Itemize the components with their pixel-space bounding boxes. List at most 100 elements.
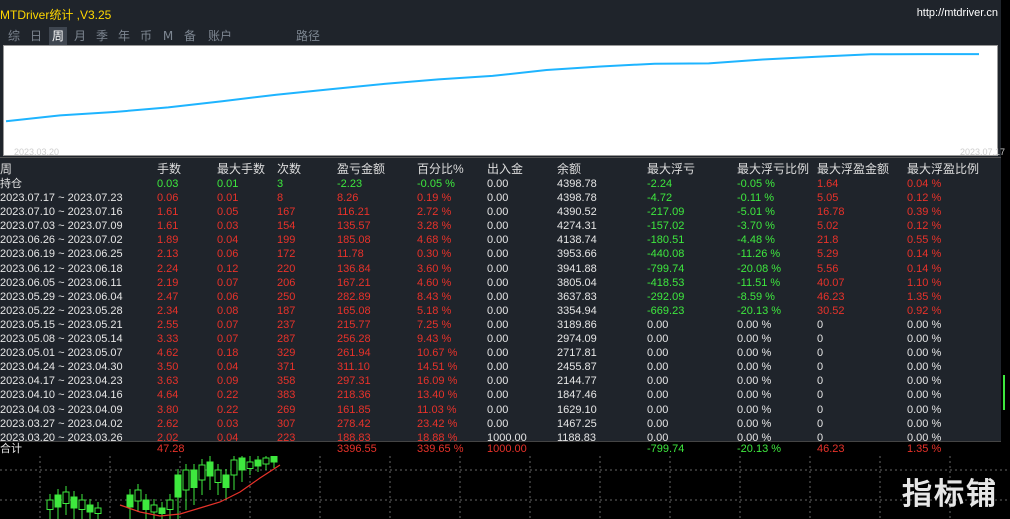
table-cell: 278.42 [337, 417, 371, 430]
tab-2[interactable]: 周 [49, 27, 67, 45]
table-cell: 9.43 % [417, 333, 452, 345]
table-cell: 21.8 [817, 234, 839, 247]
table-cell: 261.94 [337, 347, 371, 360]
table-cell: 0.14 % [907, 262, 942, 275]
table-row[interactable]: 2023.05.15 ~ 2023.05.21 2.55 0.07 237 215.77… [0, 318, 1001, 332]
table-row[interactable]: 2023.06.19 ~ 2023.06.25 2.13 0.06 172 11.78 0… [0, 247, 1001, 261]
table-cell: 1629.10 [557, 403, 597, 416]
table-row[interactable]: 2023.07.03 ~ 2023.07.09 1.61 0.03 154 135.57… [0, 219, 1001, 233]
tab-4[interactable]: 季 [93, 27, 111, 45]
table-row[interactable]: 2023.04.03 ~ 2023.04.09 3.80 0.22 269 161.85… [0, 403, 1001, 417]
divider [0, 157, 1001, 158]
week-range: 2023.07.10 ~ 2023.07.16 [0, 206, 123, 219]
table-cell: 3637.83 [557, 290, 597, 303]
table-row[interactable]: 2023.05.08 ~ 2023.05.14 3.33 0.07 287 256.28… [0, 332, 1001, 346]
table-cell: 154 [277, 220, 296, 233]
table-cell: 339.65 % [417, 443, 464, 455]
table-cell: 206 [277, 276, 296, 289]
column-header: 最大浮盈金额 [817, 162, 890, 176]
tab-1[interactable]: 日 [27, 27, 45, 45]
table-cell: 1000.00 [487, 443, 527, 455]
week-range: 2023.05.15 ~ 2023.05.21 [0, 318, 123, 331]
table-cell: 0.00 [647, 347, 669, 360]
table-cell: 0.00 % [907, 318, 942, 331]
table-cell: 0.07 [217, 318, 239, 331]
table-cell: 0.00 [487, 361, 509, 374]
table-cell: 11.78 [337, 248, 364, 261]
tab-8[interactable]: 备 [181, 27, 199, 45]
table-cell: 11.03 % [417, 403, 457, 416]
table-row[interactable]: 2023.04.24 ~ 2023.04.30 3.50 0.04 371 311.10… [0, 360, 1001, 374]
balance-curve [5, 53, 979, 123]
table-cell: 0 [817, 318, 824, 331]
holding-label: 持仓 [0, 178, 22, 190]
table-cell: 116.21 [337, 206, 370, 219]
table-cell: 2.55 [157, 318, 179, 331]
table-row[interactable]: 2023.07.17 ~ 2023.07.23 0.06 0.01 8 8.26 0.19… [0, 191, 1001, 205]
table-cell: 0.06 [157, 192, 179, 204]
table-cell: 0.12 [217, 262, 239, 275]
week-range: 2023.04.17 ~ 2023.04.23 [0, 375, 123, 388]
week-range: 2023.06.19 ~ 2023.06.25 [0, 248, 123, 261]
table-cell: -4.48 % [737, 234, 775, 247]
curve-start-date: 2023.03.20 [14, 147, 60, 157]
table-cell: 0.06 [217, 290, 239, 303]
table-cell: 4.68 % [417, 234, 452, 247]
table-cell: 0.00 [487, 206, 509, 219]
website-link[interactable]: http://mtdriver.cn [917, 7, 998, 19]
table-row[interactable]: 2023.03.27 ~ 2023.04.02 2.62 0.03 307 278.42… [0, 417, 1001, 431]
column-header: 周 [0, 162, 13, 176]
week-range: 2023.04.03 ~ 2023.04.09 [0, 403, 123, 416]
curve-end-date: 2023.07.17 [960, 147, 1006, 157]
tab-0[interactable]: 综 [5, 27, 23, 45]
tab-9[interactable]: 账户 [203, 27, 237, 45]
tab-3[interactable]: 月 [71, 27, 89, 45]
window-title: MTDriver统计 ,V3.25 [0, 8, 112, 22]
table-cell: 329 [277, 347, 296, 360]
tab-10[interactable]: 路径 [293, 27, 323, 45]
table-cell: 3805.04 [557, 276, 597, 289]
table-cell: 4390.52 [557, 206, 597, 219]
table-cell: 5.18 % [417, 304, 452, 317]
table-cell: 0.00 % [907, 389, 942, 402]
table-row[interactable]: 2023.06.26 ~ 2023.07.02 1.89 0.04 199 185.08… [0, 233, 1001, 247]
table-row[interactable]: 2023.06.05 ~ 2023.06.11 2.19 0.07 206 167.21… [0, 276, 1001, 290]
table-cell: 0.00 % [737, 347, 772, 360]
table-cell: 3 [277, 178, 284, 190]
table-cell: 250 [277, 290, 296, 303]
table-cell: 287 [277, 333, 296, 345]
table-row[interactable]: 2023.05.01 ~ 2023.05.07 4.62 0.18 329 261.94… [0, 346, 1001, 360]
tab-6[interactable]: 币 [137, 27, 155, 45]
table-header: 周 手数 最大手数 次数 盈亏金额 百分比% 出入金 余额 最大浮亏 最大浮亏比例 最大浮盈金额 最大… [0, 162, 1001, 176]
table-cell: 0.00 [647, 361, 669, 374]
table-cell: 16.78 [817, 206, 845, 219]
table-cell: -0.11 % [737, 192, 775, 204]
table-cell: 0.19 % [417, 192, 452, 204]
table-row[interactable]: 2023.06.12 ~ 2023.06.18 2.24 0.12 220 136.84… [0, 262, 1001, 276]
table-row[interactable]: 2023.07.10 ~ 2023.07.16 1.61 0.05 167 116.21… [0, 205, 1001, 219]
table-row[interactable]: 2023.05.22 ~ 2023.05.28 2.34 0.08 187 165.08… [0, 304, 1001, 318]
tab-5[interactable]: 年 [115, 27, 133, 45]
total-label: 合计 [0, 443, 22, 455]
table-cell: 3953.66 [557, 248, 597, 261]
table-cell: 3.50 [157, 361, 179, 374]
table-cell: 1467.25 [557, 417, 597, 430]
table-row[interactable]: 2023.04.10 ~ 2023.04.16 4.64 0.22 383 218.36… [0, 388, 1001, 402]
week-range: 2023.05.08 ~ 2023.05.14 [0, 333, 123, 345]
table-row[interactable]: 2023.04.17 ~ 2023.04.23 3.63 0.09 358 297.31… [0, 374, 1001, 388]
table-cell: -669.23 [647, 304, 685, 317]
table-cell: 1.10 % [907, 276, 942, 289]
table-cell: 4398.78 [557, 178, 597, 190]
table-cell: -20.13 % [737, 443, 782, 455]
tab-7[interactable]: M [159, 27, 177, 45]
column-header: 次数 [277, 162, 302, 176]
table-cell: 5.05 [817, 192, 839, 204]
total-row: 合计 47.28 3396.55 339.65 % 1000.00 -799.74 -20.… [0, 442, 1001, 456]
table-cell: 0.12 % [907, 220, 942, 233]
table-cell: 383 [277, 389, 296, 402]
table-cell: 4.64 [157, 389, 179, 402]
table-cell: 0.00 % [737, 361, 772, 374]
week-range: 2023.05.29 ~ 2023.06.04 [0, 290, 123, 303]
column-header: 余额 [557, 162, 582, 176]
table-row[interactable]: 2023.05.29 ~ 2023.06.04 2.47 0.06 250 282.89… [0, 290, 1001, 304]
